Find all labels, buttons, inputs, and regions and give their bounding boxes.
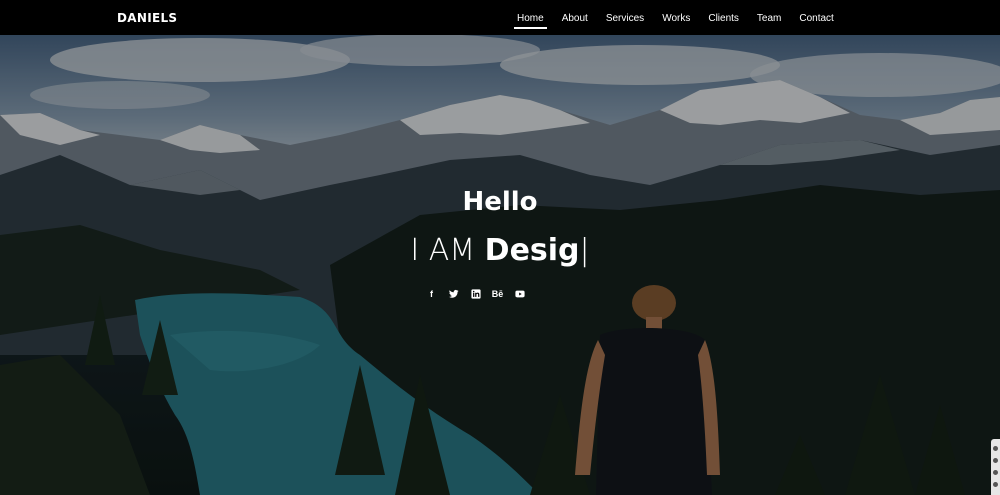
brand-logo[interactable]: DANIELS <box>117 11 177 25</box>
navbar: DANIELS Home About Services Works Client… <box>0 0 1000 35</box>
nav-menu: Home About Services Works Clients Team C… <box>508 0 843 35</box>
side-settings-widget[interactable] <box>991 439 1000 495</box>
hero-subtitle-typed: Desig <box>484 233 580 268</box>
nav-item-clients[interactable]: Clients <box>699 0 748 35</box>
hero-title: Hello <box>462 187 538 217</box>
widget-dot-icon <box>993 446 998 451</box>
nav-item-contact[interactable]: Contact <box>790 0 842 35</box>
widget-dot-icon <box>993 470 998 475</box>
nav-item-services[interactable]: Services <box>597 0 653 35</box>
hero-subtitle: I AM Desig| <box>0 233 1000 268</box>
hero-section: Hello I AM Desig| f Bē <box>0 35 1000 495</box>
widget-dot-icon <box>993 458 998 463</box>
twitter-icon[interactable] <box>448 288 459 299</box>
social-links: f Bē <box>426 288 525 302</box>
nav-item-about[interactable]: About <box>553 0 597 35</box>
hero-subtitle-prefix: I AM <box>410 233 485 268</box>
nav-item-team[interactable]: Team <box>748 0 790 35</box>
widget-dot-icon <box>993 482 998 487</box>
typing-cursor: | <box>579 233 590 268</box>
nav-item-works[interactable]: Works <box>653 0 699 35</box>
facebook-icon[interactable]: f <box>426 288 437 299</box>
nav-item-home[interactable]: Home <box>508 0 553 35</box>
linkedin-icon[interactable] <box>470 288 481 299</box>
behance-icon[interactable]: Bē <box>492 288 504 299</box>
youtube-icon[interactable] <box>514 288 525 299</box>
